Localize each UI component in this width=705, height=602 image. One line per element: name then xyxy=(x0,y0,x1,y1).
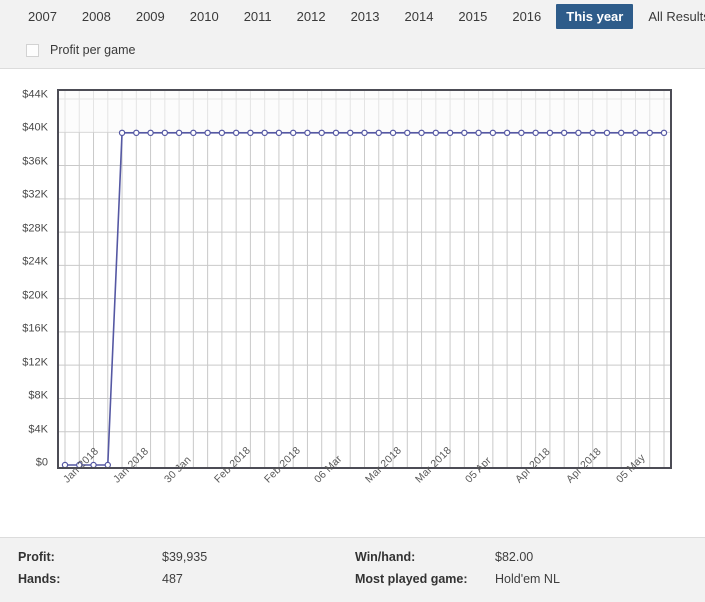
stat-key: Most played game: xyxy=(355,572,468,586)
data-point[interactable] xyxy=(547,130,552,135)
data-point[interactable] xyxy=(119,130,124,135)
data-point[interactable] xyxy=(134,130,139,135)
data-point[interactable] xyxy=(590,130,595,135)
profit-graph-panel: 2007 2008 2009 2010 2011 2012 2013 2014 2015 2016… xyxy=(0,0,705,602)
data-point[interactable] xyxy=(105,462,110,467)
y-tick-label: $44K xyxy=(22,88,48,101)
y-tick-label: $0 xyxy=(35,456,48,469)
y-tick-label: $8K xyxy=(28,389,48,402)
y-axis-labels: $0 $4K $8K $12K $16K $20K $24K $28K $32K $36K $40K… xyxy=(0,89,52,469)
y-tick-label: $12K xyxy=(22,356,48,369)
summary-stats: Profit: $39,935 Win/hand: $82.00 Hands: 487 Mo… xyxy=(0,538,705,602)
data-point[interactable] xyxy=(447,130,452,135)
data-point[interactable] xyxy=(262,130,267,135)
tab-2009[interactable]: 2009 xyxy=(126,4,175,29)
tab-2011[interactable]: 2011 xyxy=(234,4,282,29)
chart-svg xyxy=(59,91,670,467)
data-point[interactable] xyxy=(319,130,324,135)
chart-panel: $0 $4K $8K $12K $16K $20K $24K $28K $32K $36K $40K… xyxy=(0,69,705,537)
data-point[interactable] xyxy=(205,130,210,135)
y-tick-label: $4K xyxy=(28,423,48,436)
tab-this-year[interactable]: This year xyxy=(556,4,634,29)
tab-2007[interactable]: 2007 xyxy=(18,4,67,29)
data-point[interactable] xyxy=(248,130,253,135)
stat-value: Hold'em NL xyxy=(495,572,560,586)
data-point[interactable] xyxy=(148,130,153,135)
data-point[interactable] xyxy=(362,130,367,135)
plot-area xyxy=(57,89,672,469)
data-point[interactable] xyxy=(562,130,567,135)
data-point[interactable] xyxy=(462,130,467,135)
y-tick-label: $20K xyxy=(22,289,48,302)
data-point[interactable] xyxy=(619,130,624,135)
chart-options-row: Profit per game xyxy=(0,33,705,67)
data-point[interactable] xyxy=(505,130,510,135)
year-tab-bar: 2007 2008 2009 2010 2011 2012 2013 2014 2015 2016… xyxy=(0,0,705,33)
data-point[interactable] xyxy=(433,130,438,135)
tab-2010[interactable]: 2010 xyxy=(180,4,229,29)
data-point[interactable] xyxy=(490,130,495,135)
y-tick-label: $28K xyxy=(22,222,48,235)
profit-per-game-checkbox[interactable] xyxy=(26,43,39,57)
data-point[interactable] xyxy=(661,130,666,135)
tab-2008[interactable]: 2008 xyxy=(72,4,121,29)
data-point[interactable] xyxy=(219,130,224,135)
data-point[interactable] xyxy=(276,130,281,135)
data-point[interactable] xyxy=(176,130,181,135)
stat-key: Hands: xyxy=(18,572,61,586)
data-point[interactable] xyxy=(348,130,353,135)
data-point[interactable] xyxy=(291,130,296,135)
y-tick-label: $36K xyxy=(22,155,48,168)
stat-value: $39,935 xyxy=(162,550,208,564)
data-point[interactable] xyxy=(633,130,638,135)
y-tick-label: $32K xyxy=(22,188,48,201)
data-point[interactable] xyxy=(604,130,609,135)
stat-value: 487 xyxy=(162,572,183,586)
profit-per-game-label: Profit per game xyxy=(50,43,136,57)
data-point[interactable] xyxy=(390,130,395,135)
data-point[interactable] xyxy=(533,130,538,135)
tab-2015[interactable]: 2015 xyxy=(448,4,497,29)
data-point[interactable] xyxy=(576,130,581,135)
tab-all-results[interactable]: All Results xyxy=(638,4,705,29)
data-point[interactable] xyxy=(234,130,239,135)
data-point[interactable] xyxy=(519,130,524,135)
data-point[interactable] xyxy=(62,462,67,467)
data-point[interactable] xyxy=(647,130,652,135)
stat-key: Profit: xyxy=(18,550,55,564)
tab-2014[interactable]: 2014 xyxy=(395,4,444,29)
stat-value: $82.00 xyxy=(495,550,534,564)
tab-2013[interactable]: 2013 xyxy=(341,4,390,29)
stat-key: Win/hand: xyxy=(355,550,416,564)
tab-2012[interactable]: 2012 xyxy=(287,4,336,29)
y-tick-label: $24K xyxy=(22,255,48,268)
y-tick-label: $40K xyxy=(22,121,48,134)
tab-2016[interactable]: 2016 xyxy=(502,4,551,29)
data-point[interactable] xyxy=(376,130,381,135)
data-point[interactable] xyxy=(305,130,310,135)
data-point[interactable] xyxy=(476,130,481,135)
y-tick-label: $16K xyxy=(22,322,48,335)
data-point[interactable] xyxy=(162,130,167,135)
data-point[interactable] xyxy=(333,130,338,135)
data-point[interactable] xyxy=(405,130,410,135)
data-point[interactable] xyxy=(191,130,196,135)
data-point[interactable] xyxy=(419,130,424,135)
x-axis-labels: Jan 2018 Jan 2018 30 Jan Feb 2018 Feb 2018 06… xyxy=(57,444,677,535)
